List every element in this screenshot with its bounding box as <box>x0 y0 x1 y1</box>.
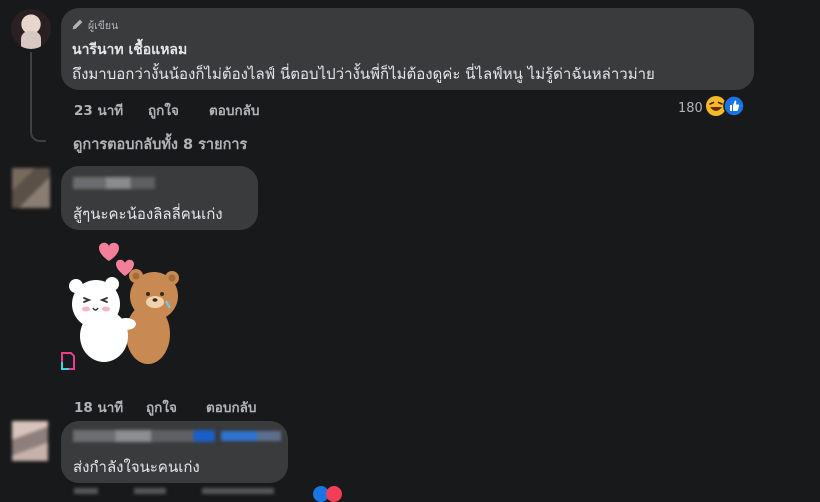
view-replies-link[interactable]: ดูการตอบกลับทั้ง 8 รายการ <box>73 133 247 156</box>
comment-time[interactable]: 23 นาที <box>74 99 123 121</box>
comment-text: ถึงมาบอกว่างั้นน้องก็ไม่ต้องไลฟ์ นี่ตอบไ… <box>72 65 655 83</box>
commenter-avatar[interactable] <box>12 421 48 461</box>
reply-button[interactable]: ตอบกลับ <box>209 99 259 121</box>
sticker-icon <box>60 352 76 374</box>
comment-author-name[interactable]: นารีนาท เชื้อแหลม <box>72 39 187 61</box>
reply-button[interactable]: ตอบกลับ <box>206 396 256 418</box>
reaction-summary[interactable]: 180 <box>678 95 745 121</box>
comment-bubble: สู้ๆนะคะน้องลิลลี่คนเก่ง <box>61 166 258 230</box>
bear-sticker[interactable] <box>56 236 192 372</box>
comment-bubble: ส่งกำลังใจนะคนเก่ง <box>61 421 288 483</box>
comment-time[interactable]: 18 นาที <box>74 396 123 418</box>
commenter-tag-redacted <box>221 431 281 441</box>
pencil-icon <box>71 18 84 34</box>
author-badge-label: ผู้เขียน <box>88 20 119 32</box>
like-button[interactable]: ถูกใจ <box>148 99 179 121</box>
like-button[interactable]: ถูกใจ <box>146 396 177 418</box>
commenter-name-redacted[interactable] <box>73 177 155 189</box>
reaction-count: 180 <box>678 100 703 116</box>
author-badge: ผู้เขียน <box>71 17 118 34</box>
comment-text: ส่งกำลังใจนะคนเก่ง <box>73 458 200 476</box>
author-avatar[interactable] <box>11 9 51 49</box>
comment-actions-partial <box>74 488 274 494</box>
commenter-name-redacted[interactable] <box>73 430 215 442</box>
comment-text: สู้ๆนะคะน้องลิลลี่คนเก่ง <box>73 205 223 223</box>
heart-reaction-icon <box>326 486 342 502</box>
thread-line <box>30 52 46 142</box>
like-reaction-icon <box>723 95 745 121</box>
commenter-avatar[interactable] <box>12 168 50 208</box>
comment-bubble-author: ผู้เขียน นารีนาท เชื้อแหลม ถึงมาบอกว่างั… <box>61 8 754 90</box>
